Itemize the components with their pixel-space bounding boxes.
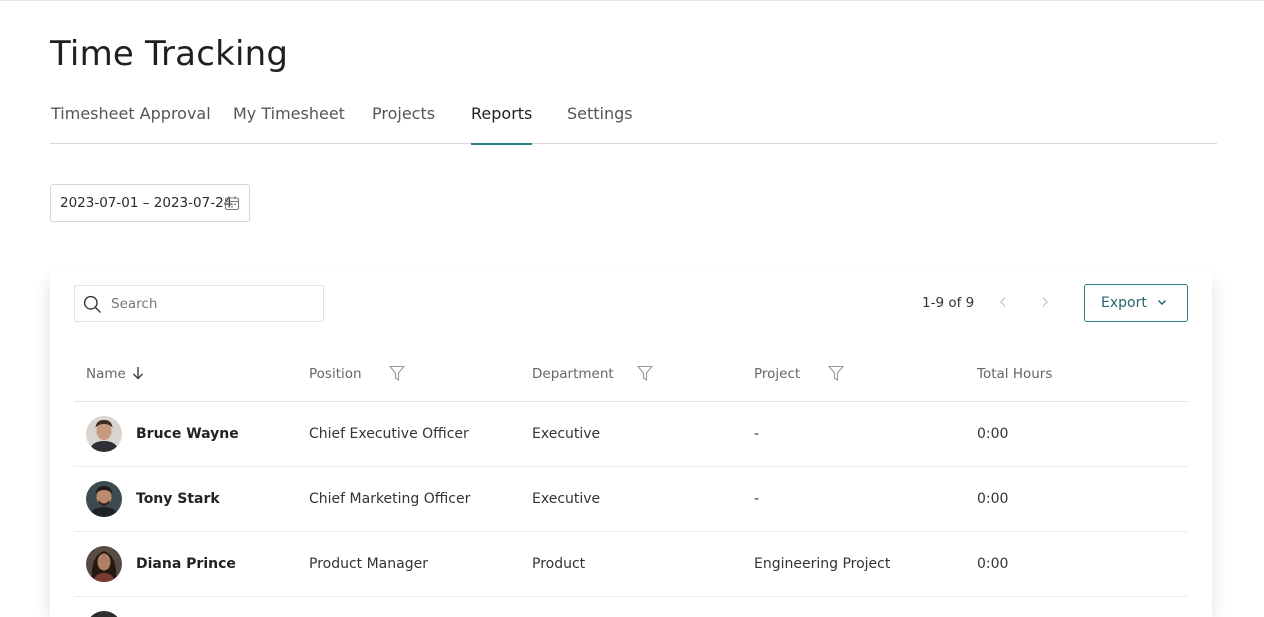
column-header-project: Project xyxy=(754,366,801,382)
employee-name[interactable]: Bruce Wayne xyxy=(136,426,239,442)
search-icon xyxy=(83,295,101,313)
employee-name[interactable]: Diana Prince xyxy=(136,556,236,572)
sort-descending-icon xyxy=(133,367,144,380)
column-header-position: Position xyxy=(309,366,362,382)
employee-department: Product xyxy=(532,556,586,572)
employee-name[interactable]: Tony Stark xyxy=(136,491,220,507)
avatar-image xyxy=(86,416,122,452)
employee-total-hours: 0:00 xyxy=(977,491,1009,507)
employee-project: Engineering Project xyxy=(754,556,891,572)
employee-project: - xyxy=(754,426,760,442)
avatar xyxy=(86,481,122,517)
date-range-picker[interactable]: 2023-07-01 – 2023-07-24 xyxy=(50,184,250,222)
chevron-right-icon xyxy=(1042,297,1048,307)
employee-position: Chief Executive Officer xyxy=(309,426,469,442)
export-label: Export xyxy=(1101,295,1147,311)
avatar-image xyxy=(86,481,122,517)
avatar xyxy=(86,416,122,452)
pagination-label: 1-9 of 9 xyxy=(922,295,975,311)
tab-settings[interactable]: Settings xyxy=(567,104,633,139)
row-divider xyxy=(74,466,1188,467)
prev-page-button[interactable] xyxy=(995,294,1011,312)
column-header-name-label: Name xyxy=(86,366,126,382)
column-header-name[interactable]: Name xyxy=(86,366,144,382)
column-header-total-hours: Total Hours xyxy=(977,366,1053,382)
employee-position: Chief Marketing Officer xyxy=(309,491,471,507)
avatar-image xyxy=(86,546,122,582)
department-filter-icon[interactable] xyxy=(637,365,653,381)
export-button[interactable]: Export xyxy=(1084,284,1188,322)
page-title: Time Tracking xyxy=(50,34,289,74)
search-box[interactable] xyxy=(74,285,324,322)
tab-my-timesheet[interactable]: My Timesheet xyxy=(233,104,345,139)
table-header-divider xyxy=(74,401,1188,402)
employee-total-hours: 0:00 xyxy=(977,426,1009,442)
position-filter-icon[interactable] xyxy=(389,365,405,381)
chevron-down-icon xyxy=(1157,299,1167,306)
top-border xyxy=(0,0,1264,1)
row-divider xyxy=(74,596,1188,597)
avatar xyxy=(86,546,122,582)
column-header-department: Department xyxy=(532,366,614,382)
tab-projects[interactable]: Projects xyxy=(372,104,435,139)
tab-bar: Timesheet Approval My Timesheet Projects… xyxy=(50,104,1217,145)
employee-department: Executive xyxy=(532,426,601,442)
date-range-value: 2023-07-01 – 2023-07-24 xyxy=(60,195,233,211)
employee-department: Executive xyxy=(532,491,601,507)
calendar-icon xyxy=(224,196,240,211)
employee-position: Product Manager xyxy=(309,556,428,572)
row-divider xyxy=(74,531,1188,532)
employee-project: - xyxy=(754,491,760,507)
tab-reports[interactable]: Reports xyxy=(471,104,533,145)
tab-timesheet-approval[interactable]: Timesheet Approval xyxy=(51,104,211,139)
search-input[interactable] xyxy=(111,294,311,314)
project-filter-icon[interactable] xyxy=(828,365,844,381)
employee-total-hours: 0:00 xyxy=(977,556,1009,572)
next-page-button[interactable] xyxy=(1037,294,1053,312)
chevron-left-icon xyxy=(1000,297,1006,307)
